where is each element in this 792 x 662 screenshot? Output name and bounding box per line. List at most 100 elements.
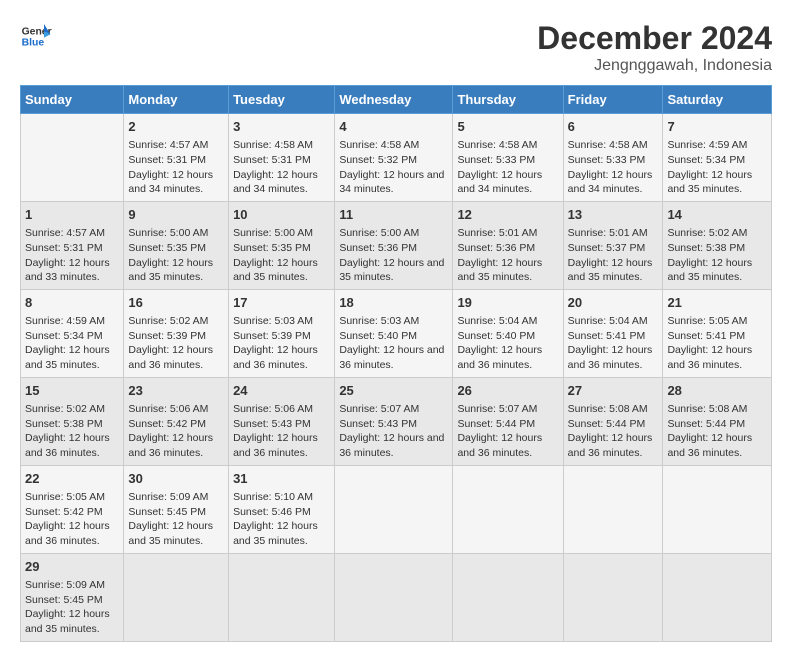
- day-number: 28: [667, 382, 767, 400]
- header-sunday: Sunday: [21, 86, 124, 114]
- calendar-cell: 19 Sunrise: 5:04 AMSunset: 5:40 PMDayligh…: [453, 289, 563, 377]
- sunset-info: Sunset: 5:44 PM: [667, 417, 767, 432]
- daylight-info: Daylight: 12 hours and 36 minutes.: [667, 431, 767, 460]
- day-number: 21: [667, 294, 767, 312]
- calendar-cell: 6Sunrise: 4:58 AMSunset: 5:33 PMDaylight…: [563, 114, 663, 202]
- sunset-info: Sunset: 5:44 PM: [568, 417, 659, 432]
- day-number: 25: [339, 382, 448, 400]
- daylight-info: Daylight: 12 hours and 35 minutes.: [667, 256, 767, 285]
- header-wednesday: Wednesday: [335, 86, 453, 114]
- sunrise-info: Sunrise: 5:00 AM: [233, 226, 330, 241]
- day-number: 18: [339, 294, 448, 312]
- calendar-cell: 2Sunrise: 4:57 AMSunset: 5:31 PMDaylight…: [124, 114, 229, 202]
- calendar-cell: 17Sunrise: 5:03 AMSunset: 5:39 PMDayligh…: [229, 289, 335, 377]
- header-monday: Monday: [124, 86, 229, 114]
- sunset-info: Sunset: 5:40 PM: [457, 329, 558, 344]
- calendar-week-row: 22Sunrise: 5:05 AMSunset: 5:42 PMDayligh…: [21, 465, 772, 553]
- sunrise-info: Sunrise: 5:03 AM: [233, 314, 330, 329]
- calendar-cell: [21, 114, 124, 202]
- sunset-info: Sunset: 5:33 PM: [568, 153, 659, 168]
- daylight-info: Daylight: 12 hours and 35 minutes.: [128, 256, 224, 285]
- calendar-cell: [124, 553, 229, 641]
- calendar-cell: 30Sunrise: 5:09 AMSunset: 5:45 PMDayligh…: [124, 465, 229, 553]
- sunset-info: Sunset: 5:45 PM: [128, 505, 224, 520]
- day-number: 7: [667, 118, 767, 136]
- day-number: 6: [568, 118, 659, 136]
- calendar-table: SundayMondayTuesdayWednesdayThursdayFrid…: [20, 85, 772, 642]
- day-number: 10: [233, 206, 330, 224]
- calendar-cell: 3Sunrise: 4:58 AMSunset: 5:31 PMDaylight…: [229, 114, 335, 202]
- sunrise-info: Sunrise: 4:59 AM: [25, 314, 119, 329]
- logo: General Blue: [20, 20, 52, 52]
- day-number: 1: [25, 206, 119, 224]
- sunset-info: Sunset: 5:39 PM: [128, 329, 224, 344]
- daylight-info: Daylight: 12 hours and 35 minutes.: [25, 343, 119, 372]
- sunrise-info: Sunrise: 5:02 AM: [667, 226, 767, 241]
- calendar-week-row: 29Sunrise: 5:09 AMSunset: 5:45 PMDayligh…: [21, 553, 772, 641]
- daylight-info: Daylight: 12 hours and 36 minutes.: [667, 343, 767, 372]
- calendar-cell: [335, 553, 453, 641]
- daylight-info: Daylight: 12 hours and 36 minutes.: [25, 519, 119, 548]
- day-number: 2: [128, 118, 224, 136]
- calendar-cell: 1Sunrise: 4:57 AMSunset: 5:31 PMDaylight…: [21, 201, 124, 289]
- calendar-cell: 29Sunrise: 5:09 AMSunset: 5:45 PMDayligh…: [21, 553, 124, 641]
- daylight-info: Daylight: 12 hours and 34 minutes.: [233, 168, 330, 197]
- sunrise-info: Sunrise: 5:01 AM: [568, 226, 659, 241]
- sunrise-info: Sunrise: 5:04 AM: [457, 314, 558, 329]
- day-number: 19: [457, 294, 558, 312]
- day-number: 15: [25, 382, 119, 400]
- sunrise-info: Sunrise: 5:07 AM: [339, 402, 448, 417]
- calendar-cell: 15Sunrise: 5:02 AMSunset: 5:38 PMDayligh…: [21, 377, 124, 465]
- daylight-info: Daylight: 12 hours and 34 minutes.: [339, 168, 448, 197]
- calendar-cell: 20 Sunrise: 5:04 AMSunset: 5:41 PMDayligh…: [563, 289, 663, 377]
- page-header: General Blue December 2024 Jengnggawah, …: [20, 20, 772, 75]
- header-friday: Friday: [563, 86, 663, 114]
- sunset-info: Sunset: 5:44 PM: [457, 417, 558, 432]
- daylight-info: Daylight: 12 hours and 35 minutes.: [233, 256, 330, 285]
- daylight-info: Daylight: 12 hours and 36 minutes.: [233, 343, 330, 372]
- day-number: 3: [233, 118, 330, 136]
- sunset-info: Sunset: 5:37 PM: [568, 241, 659, 256]
- sunrise-info: Sunrise: 5:02 AM: [128, 314, 224, 329]
- sunrise-info: Sunrise: 5:06 AM: [233, 402, 330, 417]
- sunset-info: Sunset: 5:43 PM: [233, 417, 330, 432]
- calendar-cell: [563, 553, 663, 641]
- calendar-cell: 5Sunrise: 4:58 AMSunset: 5:33 PMDaylight…: [453, 114, 563, 202]
- daylight-info: Daylight: 12 hours and 36 minutes.: [339, 431, 448, 460]
- sunset-info: Sunset: 5:41 PM: [568, 329, 659, 344]
- page-subtitle: Jengnggawah, Indonesia: [537, 57, 772, 75]
- sunset-info: Sunset: 5:32 PM: [339, 153, 448, 168]
- calendar-cell: [335, 465, 453, 553]
- sunrise-info: Sunrise: 5:05 AM: [25, 490, 119, 505]
- day-number: 20: [568, 294, 659, 312]
- daylight-info: Daylight: 12 hours and 36 minutes.: [457, 431, 558, 460]
- sunrise-info: Sunrise: 5:08 AM: [568, 402, 659, 417]
- calendar-cell: 31Sunrise: 5:10 AMSunset: 5:46 PMDayligh…: [229, 465, 335, 553]
- sunrise-info: Sunrise: 5:04 AM: [568, 314, 659, 329]
- sunset-info: Sunset: 5:41 PM: [667, 329, 767, 344]
- daylight-info: Daylight: 12 hours and 35 minutes.: [339, 256, 448, 285]
- calendar-cell: 8Sunrise: 4:59 AMSunset: 5:34 PMDaylight…: [21, 289, 124, 377]
- calendar-header-row: SundayMondayTuesdayWednesdayThursdayFrid…: [21, 86, 772, 114]
- day-number: 24: [233, 382, 330, 400]
- daylight-info: Daylight: 12 hours and 35 minutes.: [568, 256, 659, 285]
- svg-text:Blue: Blue: [22, 38, 45, 49]
- daylight-info: Daylight: 12 hours and 34 minutes.: [128, 168, 224, 197]
- calendar-cell: 11Sunrise: 5:00 AMSunset: 5:36 PMDayligh…: [335, 201, 453, 289]
- daylight-info: Daylight: 12 hours and 36 minutes.: [457, 343, 558, 372]
- daylight-info: Daylight: 12 hours and 36 minutes.: [568, 343, 659, 372]
- sunset-info: Sunset: 5:35 PM: [128, 241, 224, 256]
- sunrise-info: Sunrise: 5:06 AM: [128, 402, 224, 417]
- sunrise-info: Sunrise: 5:00 AM: [128, 226, 224, 241]
- sunset-info: Sunset: 5:39 PM: [233, 329, 330, 344]
- sunset-info: Sunset: 5:36 PM: [339, 241, 448, 256]
- daylight-info: Daylight: 12 hours and 33 minutes.: [25, 256, 119, 285]
- sunset-info: Sunset: 5:42 PM: [25, 505, 119, 520]
- sunset-info: Sunset: 5:36 PM: [457, 241, 558, 256]
- sunrise-info: Sunrise: 5:05 AM: [667, 314, 767, 329]
- sunrise-info: Sunrise: 5:09 AM: [25, 578, 119, 593]
- sunrise-info: Sunrise: 5:08 AM: [667, 402, 767, 417]
- calendar-week-row: 1Sunrise: 4:57 AMSunset: 5:31 PMDaylight…: [21, 201, 772, 289]
- header-tuesday: Tuesday: [229, 86, 335, 114]
- day-number: 16: [128, 294, 224, 312]
